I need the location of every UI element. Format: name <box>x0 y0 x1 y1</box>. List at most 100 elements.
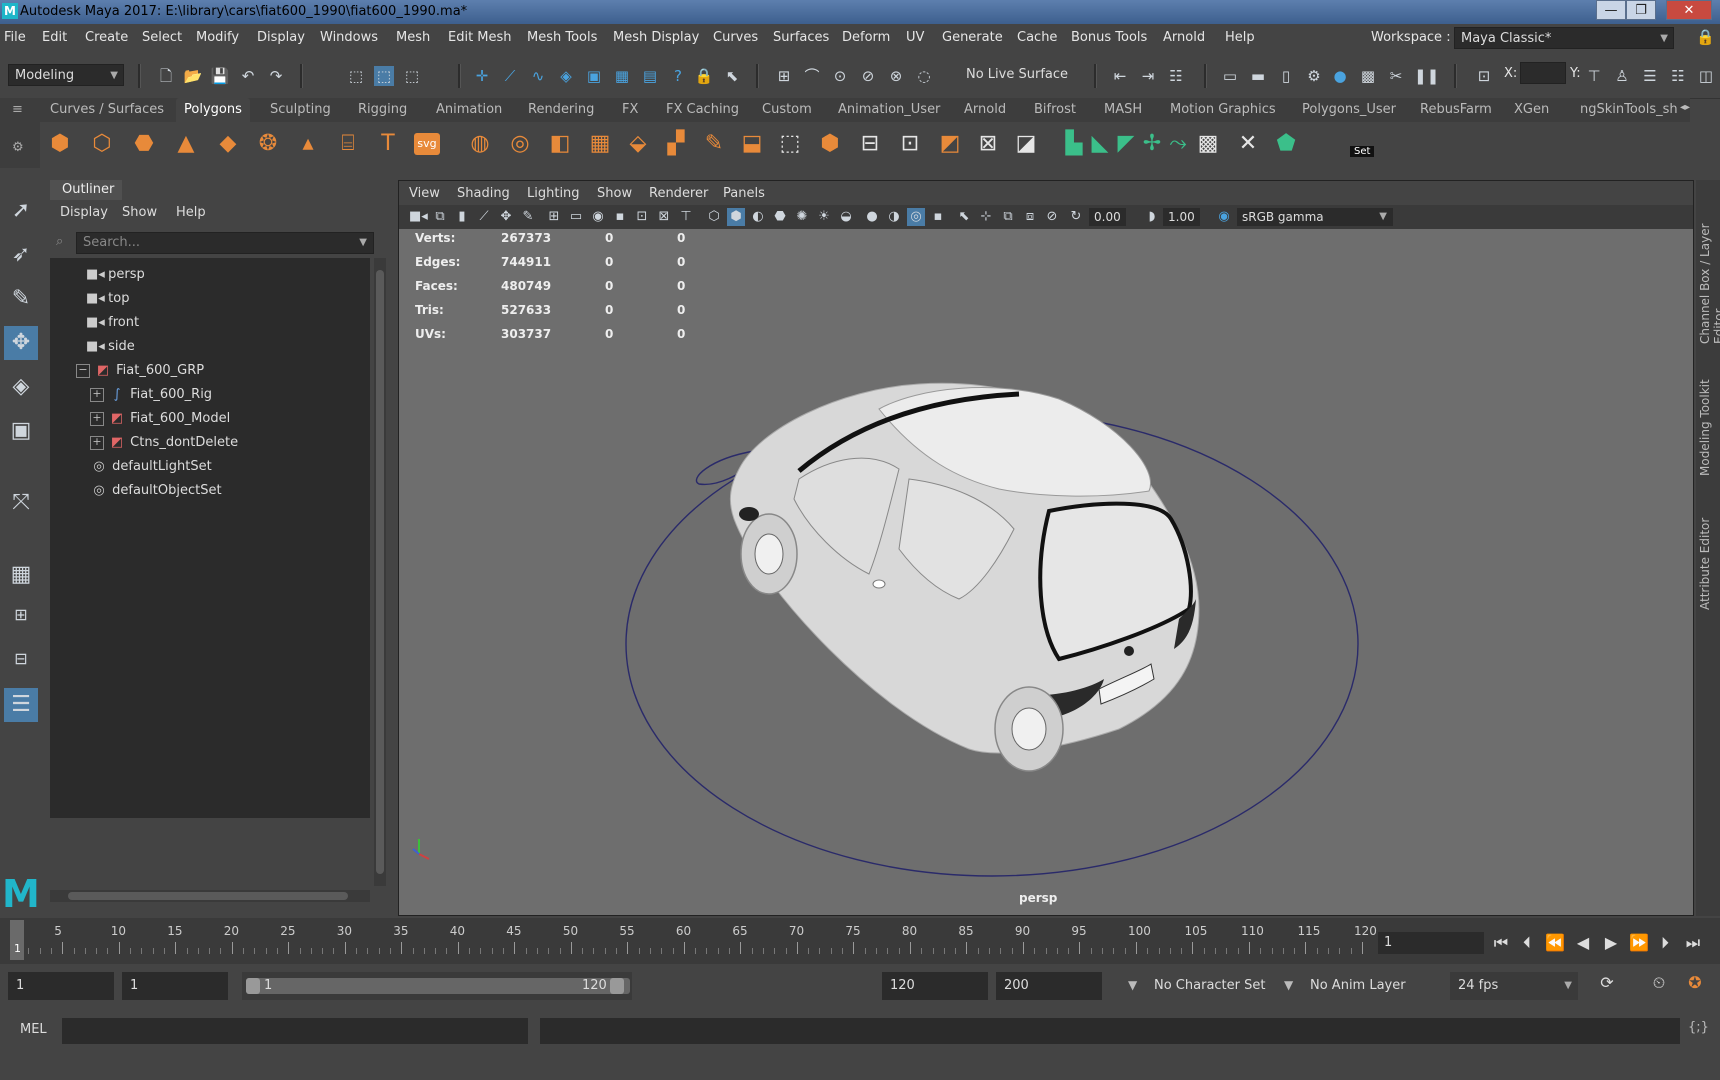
select-object-icon[interactable]: ⬚ <box>374 66 394 86</box>
shelf-tab-ngskintools[interactable]: ngSkinTools_she <box>1580 102 1678 117</box>
scale-tool-icon[interactable]: ▣ <box>4 414 38 448</box>
shelf-tab-motion-graphics[interactable]: Motion Graphics <box>1170 102 1276 117</box>
outliner-node-ctns-dontdelete[interactable]: + ◩ Ctns_dontDelete <box>90 432 238 454</box>
outliner-node-defaultlightset[interactable]: ◎ defaultLightSet <box>90 456 211 478</box>
new-scene-icon[interactable]: 🗋 <box>156 66 176 86</box>
color-management-icon[interactable]: ◉ <box>1215 208 1233 226</box>
smooth-icon[interactable]: ▦ <box>586 130 614 158</box>
exposure-icon[interactable]: ↻ <box>1067 208 1085 226</box>
poly-cube-icon[interactable]: ⬡ <box>88 130 116 158</box>
loop-icon[interactable]: ⟳ <box>1596 972 1618 994</box>
snap-surface-icon[interactable]: ◌ <box>914 66 934 86</box>
live-surface-field[interactable]: No Live Surface <box>960 64 1078 86</box>
outliner-menu-show[interactable]: Show <box>122 205 157 220</box>
panel-menu-renderer[interactable]: Renderer <box>649 186 708 201</box>
fps-dropdown[interactable]: 24 fps ▼ <box>1450 972 1578 1000</box>
separate-icon[interactable]: ◎ <box>506 130 534 158</box>
pause-render-icon[interactable]: ❚❚ <box>1414 66 1439 86</box>
tab-attribute-editor[interactable]: Attribute Editor <box>1698 510 1712 610</box>
menu-curves[interactable]: Curves <box>713 30 758 45</box>
four-view-layout-icon[interactable]: ⊞ <box>4 598 38 632</box>
time-slider[interactable]: 1 5 10 15 20 25 30 35 40 45 50 55 60 65 70 75 80 85 90 95 1… <box>0 918 1720 964</box>
outliner-node-fiat-600-rig[interactable]: + ∫ Fiat_600_Rig <box>90 384 212 406</box>
render-settings-icon[interactable]: ⚙ <box>1304 66 1324 86</box>
menu-bonus-tools[interactable]: Bonus Tools <box>1071 30 1147 45</box>
bridge-icon[interactable]: ▞ <box>662 130 690 158</box>
step-forward-frame-icon[interactable]: ⏵ <box>1654 932 1676 954</box>
close-button[interactable]: ✕ <box>1666 0 1712 20</box>
outliner-node-fiat-600-grp[interactable]: − ◩ Fiat_600_GRP <box>76 360 204 382</box>
attribute-editor-icon[interactable]: ☰ <box>1640 66 1660 86</box>
shelf-tab-custom[interactable]: Custom <box>762 102 812 117</box>
maximize-button[interactable]: ❐ <box>1626 0 1656 20</box>
use-all-lights-icon[interactable]: ✺ <box>793 208 811 226</box>
poly-pipe-icon[interactable]: ⌸ <box>334 130 362 158</box>
shelf-tab-bifrost[interactable]: Bifrost <box>1034 102 1076 117</box>
safe-action-icon[interactable]: ⊠ <box>655 208 673 226</box>
menu-create[interactable]: Create <box>85 30 128 45</box>
construction-history-icon[interactable]: ☷ <box>1166 66 1186 86</box>
fill-hole-icon[interactable]: ⬚ <box>776 130 804 158</box>
panel-menu-panels[interactable]: Panels <box>723 186 765 201</box>
expand-icon[interactable]: + <box>90 387 104 402</box>
tab-modeling-toolkit[interactable]: Modeling Toolkit <box>1698 376 1712 476</box>
cylindrical-uv-icon[interactable]: ◤ <box>1112 130 1140 158</box>
grease-pencil-icon[interactable]: ✎ <box>519 208 537 226</box>
menu-mesh-tools[interactable]: Mesh Tools <box>527 30 597 45</box>
outliner-search-input[interactable]: Search... ▼ <box>76 232 374 254</box>
merge-icon[interactable]: ◩ <box>936 130 964 158</box>
shelf-tab-polygons[interactable]: Polygons <box>176 98 250 122</box>
render-view-icon[interactable]: ▭ <box>1220 66 1240 86</box>
uv-layout-icon[interactable]: ✕ <box>1234 130 1262 158</box>
uv-editor-icon[interactable]: ▙ <box>1060 130 1088 158</box>
shelf-tab-fx-caching[interactable]: FX Caching <box>666 102 739 117</box>
select-surface-icon[interactable]: ◈ <box>556 66 576 86</box>
range-slider-bar-fill[interactable] <box>246 978 630 994</box>
scrollbar-thumb[interactable] <box>68 892 348 900</box>
ipr-render-icon[interactable]: ▯ <box>1276 66 1296 86</box>
menu-set-dropdown[interactable]: Modeling ▼ <box>8 64 124 86</box>
collapse-icon[interactable]: − <box>76 363 90 378</box>
wireframe-icon[interactable]: ⬡ <box>705 208 723 226</box>
render-frame-icon[interactable]: ▬ <box>1248 66 1268 86</box>
snap-grid-icon[interactable]: ⊞ <box>774 66 794 86</box>
color-space-dropdown[interactable]: sRGB gamma ▼ <box>1237 208 1393 226</box>
snap-curve-icon[interactable]: ⌒ <box>802 66 822 86</box>
outliner-tab[interactable]: Outliner <box>50 180 122 200</box>
snap-point-icon[interactable]: ⊙ <box>830 66 850 86</box>
poly-cylinder-icon[interactable]: ⬣ <box>130 130 158 158</box>
shelf-tab-rigging[interactable]: Rigging <box>358 102 407 117</box>
target-weld-icon[interactable]: ⊠ <box>974 130 1002 158</box>
xray-icon[interactable]: ⬉ <box>955 208 973 226</box>
panel-menu-show[interactable]: Show <box>597 186 632 201</box>
menu-mesh[interactable]: Mesh <box>396 30 430 45</box>
shelf-tab-curves-surfaces[interactable]: Curves / Surfaces <box>50 102 164 117</box>
outliner-node-fiat-600-model[interactable]: + ◩ Fiat_600_Model <box>90 408 230 430</box>
image-plane-icon[interactable]: ⟋ <box>475 208 493 226</box>
save-scene-icon[interactable]: 💾 <box>210 66 230 86</box>
shelf-tab-animation[interactable]: Animation <box>436 102 502 117</box>
search-filter-icon[interactable]: ⌕ <box>56 234 63 249</box>
current-frame-field[interactable]: 1 <box>1378 932 1484 954</box>
show-manipulator-icon[interactable]: ⤧ <box>4 486 38 520</box>
select-deformation-icon[interactable]: ▣ <box>584 66 604 86</box>
shelf-tab-polygons-user[interactable]: Polygons_User <box>1302 102 1396 117</box>
select-tool-icon[interactable]: ➚ <box>4 194 38 228</box>
outliner-node-defaultobjectset[interactable]: ◎ defaultObjectSet <box>90 480 221 502</box>
gamma-icon[interactable]: ◗ <box>1143 208 1161 226</box>
menu-arnold[interactable]: Arnold <box>1163 30 1205 45</box>
hypershade-icon[interactable]: ● <box>1330 66 1350 86</box>
character-controls-icon[interactable]: ♙ <box>1612 66 1632 86</box>
insert-edge-loop-icon[interactable]: ⊟ <box>856 130 884 158</box>
paint-select-tool-icon[interactable]: ✎ <box>4 282 38 316</box>
range-slider[interactable]: 1 120 <box>242 972 632 1000</box>
panel-menu-lighting[interactable]: Lighting <box>527 186 580 201</box>
extrude-icon[interactable]: ⬙ <box>624 130 652 158</box>
depth-of-field-icon[interactable]: ◎ <box>907 208 925 226</box>
mirror-icon[interactable]: ◧ <box>546 130 574 158</box>
set-tool-icon[interactable]: ⬟ <box>1272 130 1300 158</box>
film-gate-icon[interactable]: ▭ <box>567 208 585 226</box>
go-to-start-icon[interactable]: ⏮ <box>1490 932 1512 954</box>
checker-map-icon[interactable]: ▩ <box>1194 130 1222 158</box>
output-ops-icon[interactable]: ⇥ <box>1138 66 1158 86</box>
